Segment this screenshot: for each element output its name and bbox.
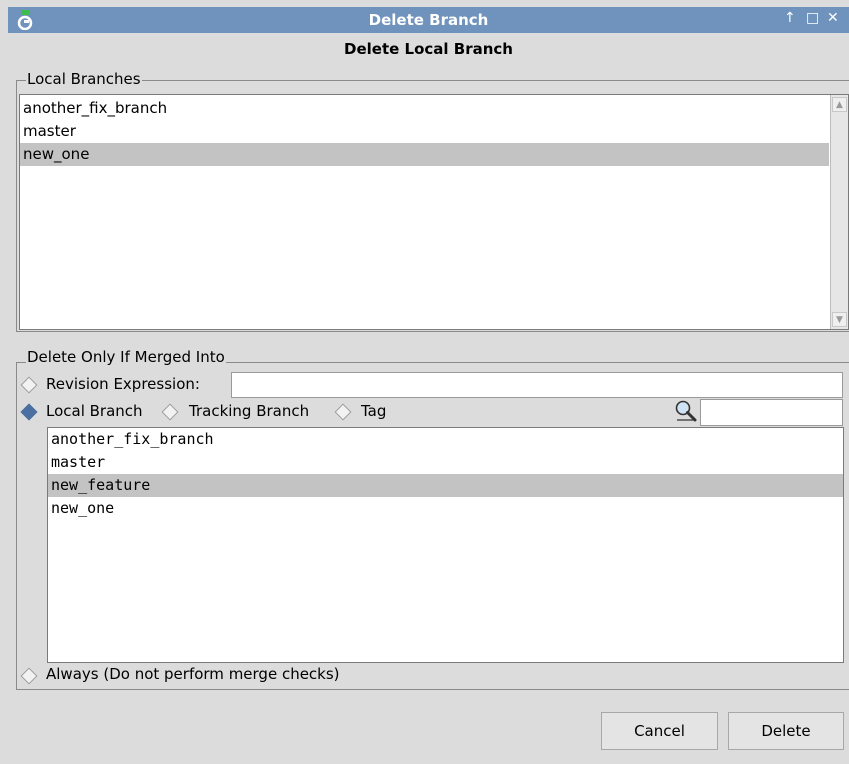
magnifier-icon[interactable] [674,400,698,422]
list-item[interactable]: another_fix_branch [48,428,843,451]
list-item[interactable]: another_fix_branch [20,97,848,120]
restore-icon[interactable]: □ [806,10,819,26]
revision-expression-input[interactable] [231,372,843,398]
merged-into-legend: Delete Only If Merged Into [26,348,226,366]
list-item[interactable]: new_one [20,143,829,166]
scroll-down-icon[interactable]: ▼ [832,312,847,327]
always-label: Always (Do not perform merge checks) [46,665,340,683]
cancel-button[interactable]: Cancel [601,712,718,750]
window-title: Delete Branch [368,11,489,29]
tracking-branch-label: Tracking Branch [189,402,310,420]
vertical-scrollbar[interactable]: ▲ ▼ [830,95,848,329]
local-branches-legend: Local Branches [26,70,142,88]
list-item[interactable]: new_feature [48,474,843,497]
list-item[interactable]: master [48,451,843,474]
list-item[interactable]: master [20,120,848,143]
close-icon[interactable]: ✕ [827,10,839,26]
maximize-arrow-icon[interactable]: ↑ [784,10,796,26]
dialog-heading: Delete Local Branch [344,40,513,58]
branch-filter-input[interactable] [700,399,843,426]
tag-label: Tag [361,402,387,420]
local-branch-label: Local Branch [46,402,143,420]
local-branches-list[interactable]: another_fix_branch master new_one ▲ ▼ [19,94,849,330]
title-bar: Delete Branch ↑ □ ✕ [8,7,849,33]
scroll-up-icon[interactable]: ▲ [832,97,847,112]
delete-button[interactable]: Delete [728,712,844,750]
revision-expression-label: Revision Expression: [46,375,200,393]
list-item[interactable]: new_one [48,497,843,520]
merged-into-branch-list[interactable]: another_fix_branch master new_feature ne… [47,427,844,663]
